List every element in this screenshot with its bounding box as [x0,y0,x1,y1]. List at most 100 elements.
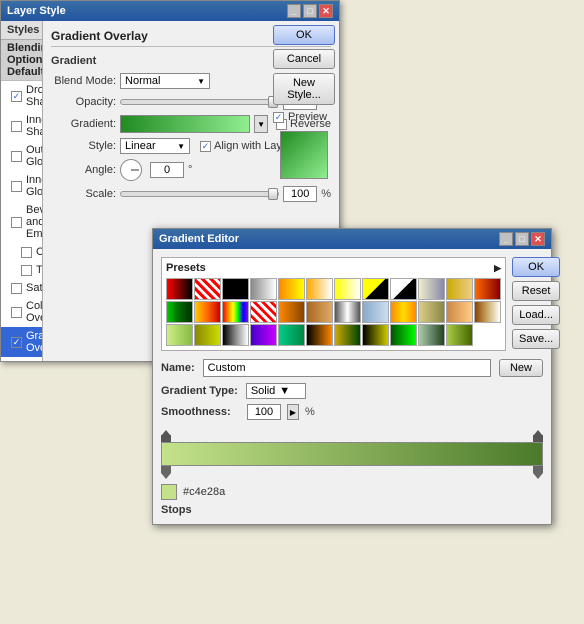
blending-options-header[interactable]: Blending Options: Default [1,40,42,81]
contour-label: Contour [36,246,43,258]
smoothness-arrow-btn[interactable]: ▶ [287,404,299,420]
ge-ok-button[interactable]: OK [512,257,560,277]
blend-mode-dropdown[interactable]: Normal ▼ [120,73,210,89]
preset-item-29[interactable] [306,324,333,346]
texture-checkbox[interactable] [21,265,32,276]
preset-item-23[interactable] [474,301,501,323]
preset-item-17[interactable] [306,301,333,323]
color-stop-left[interactable] [161,466,171,478]
name-input[interactable] [203,359,491,377]
preset-item-5[interactable] [306,278,333,300]
opacity-stop-left[interactable] [161,430,171,442]
minimize-btn[interactable]: _ [287,4,301,18]
preset-item-32[interactable] [390,324,417,346]
preset-item-20[interactable] [390,301,417,323]
sidebar-item-drop-shadow[interactable]: ✓ Drop Shadow [1,81,42,111]
preset-item-34[interactable] [446,324,473,346]
preset-item-28[interactable] [278,324,305,346]
preset-item-13[interactable] [194,301,221,323]
sidebar-item-outer-glow[interactable]: Outer Glow [1,141,42,171]
sidebar-item-bevel-emboss[interactable]: Bevel and Emboss [1,201,42,243]
preset-item-9[interactable] [418,278,445,300]
align-checkbox[interactable]: ✓ [200,141,211,152]
maximize-btn[interactable]: □ [303,4,317,18]
cancel-button[interactable]: Cancel [273,49,335,69]
preset-item-31[interactable] [362,324,389,346]
new-style-button[interactable]: New Style... [273,73,335,105]
opacity-stop-right[interactable] [533,430,543,442]
gradient-overlay-checkbox[interactable]: ✓ [11,337,22,348]
preset-item-16[interactable] [278,301,305,323]
inner-glow-label: Inner Glow [26,174,43,198]
inner-shadow-checkbox[interactable] [11,121,22,132]
gradient-preview-bar[interactable] [120,115,250,133]
ge-reset-button[interactable]: Reset [512,281,560,301]
ge-maximize-btn[interactable]: □ [515,232,529,246]
gradient-bar[interactable] [161,442,543,466]
preset-item-12[interactable] [166,301,193,323]
preset-item-25[interactable] [194,324,221,346]
preset-item-0[interactable] [166,278,193,300]
preset-item-30[interactable] [334,324,361,346]
preset-item-11[interactable] [474,278,501,300]
close-btn[interactable]: ✕ [319,4,333,18]
ge-load-button[interactable]: Load... [512,305,560,325]
scale-input[interactable] [283,186,317,202]
gradient-arrow-btn[interactable]: ▼ [254,115,268,133]
inner-glow-checkbox[interactable] [11,181,22,192]
style-dropdown[interactable]: Linear ▼ [120,138,190,154]
preset-item-27[interactable] [250,324,277,346]
drop-shadow-checkbox[interactable]: ✓ [11,91,22,102]
sidebar-item-inner-shadow[interactable]: Inner Shadow [1,111,42,141]
sidebar-item-gradient-overlay[interactable]: ✓ Gradient Overlay [1,327,42,357]
gradient-type-dropdown[interactable]: Solid ▼ [246,383,306,399]
preset-item-2[interactable] [222,278,249,300]
bevel-emboss-checkbox[interactable] [11,217,22,228]
preset-item-3[interactable] [250,278,277,300]
ge-save-button[interactable]: Save... [512,329,560,349]
preset-item-4[interactable] [278,278,305,300]
preset-item-10[interactable] [446,278,473,300]
sidebar-item-pattern-overlay[interactable]: Pattern Overlay [1,357,42,361]
sidebar-item-inner-glow[interactable]: Inner Glow [1,171,42,201]
preset-item-6[interactable] [334,278,361,300]
sidebar-item-contour[interactable]: Contour [1,243,42,261]
smoothness-unit: % [305,406,315,418]
satin-label: Satin [26,282,43,294]
preset-item-1[interactable] [194,278,221,300]
preset-item-8[interactable] [390,278,417,300]
preset-item-24[interactable] [166,324,193,346]
color-overlay-checkbox[interactable] [11,307,22,318]
preset-item-15[interactable] [250,301,277,323]
sidebar-item-texture[interactable]: Texture [1,261,42,279]
scale-slider[interactable] [120,191,279,197]
scale-thumb[interactable] [268,188,278,200]
preset-item-21[interactable] [418,301,445,323]
outer-glow-checkbox[interactable] [11,151,22,162]
preset-item-33[interactable] [418,324,445,346]
preset-item-14[interactable] [222,301,249,323]
ge-minimize-btn[interactable]: _ [499,232,513,246]
preview-checkbox[interactable]: ✓ [273,112,284,123]
new-button[interactable]: New [499,359,543,377]
satin-checkbox[interactable] [11,283,22,294]
gradient-preview-container: ▼ [120,115,268,133]
contour-checkbox[interactable] [21,247,32,258]
preset-item-19[interactable] [362,301,389,323]
gradient-editor-titlebar: Gradient Editor _ □ ✕ [153,229,551,249]
preset-item-7[interactable] [362,278,389,300]
smoothness-input[interactable] [247,404,281,420]
sidebar-item-satin[interactable]: Satin [1,279,42,297]
ok-button[interactable]: OK [273,25,335,45]
preset-item-18[interactable] [334,301,361,323]
sidebar-item-color-overlay[interactable]: Color Overlay [1,297,42,327]
preset-item-22[interactable] [446,301,473,323]
angle-circle[interactable] [120,159,142,181]
scale-unit: % [321,188,331,200]
angle-input[interactable] [150,162,184,178]
opacity-slider[interactable] [120,99,279,105]
color-swatch[interactable] [161,484,177,500]
preset-item-26[interactable] [222,324,249,346]
ge-close-btn[interactable]: ✕ [531,232,545,246]
color-stop-right[interactable] [533,466,543,478]
